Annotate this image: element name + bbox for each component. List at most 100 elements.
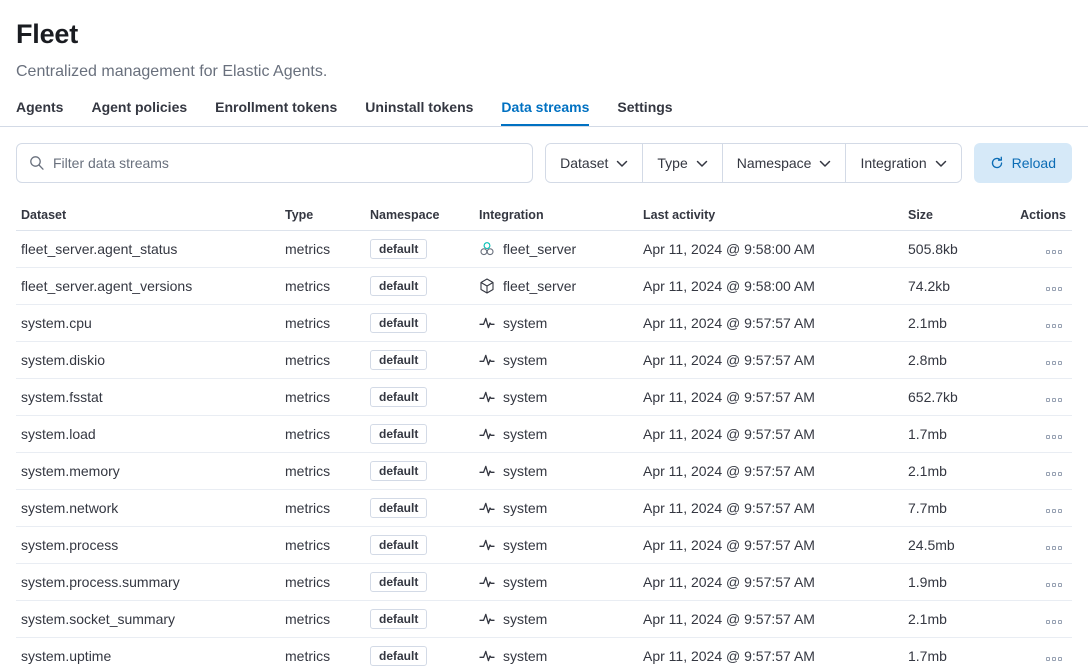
integration-name: system xyxy=(503,352,547,368)
tab-uninstall-tokens[interactable]: Uninstall tokens xyxy=(365,99,473,126)
type-cell: metrics xyxy=(280,648,365,664)
integration-cell: system xyxy=(474,537,638,553)
row-actions-button[interactable] xyxy=(1042,431,1066,443)
integration-name: system xyxy=(503,315,547,331)
boxes-horizontal-icon xyxy=(1046,620,1050,624)
chevron-down-icon xyxy=(935,158,947,169)
filter-integration[interactable]: Integration xyxy=(845,144,960,182)
actions-cell xyxy=(1008,500,1072,517)
size-cell: 505.8kb xyxy=(903,241,1008,257)
actions-cell xyxy=(1008,315,1072,332)
last-activity-cell: Apr 11, 2024 @ 9:57:57 AM xyxy=(638,389,903,405)
row-actions-button[interactable] xyxy=(1042,246,1066,258)
integration-name: system xyxy=(503,500,547,516)
row-actions-button[interactable] xyxy=(1042,579,1066,591)
filter-dataset[interactable]: Dataset xyxy=(546,144,642,182)
row-actions-button[interactable] xyxy=(1042,542,1066,554)
filter-type[interactable]: Type xyxy=(642,144,721,182)
page-subtitle: Centralized management for Elastic Agent… xyxy=(16,62,1072,81)
namespace-badge: default xyxy=(370,276,427,296)
size-cell: 1.7mb xyxy=(903,648,1008,664)
table-row: system.process metrics default system Ap… xyxy=(16,527,1072,564)
row-actions-button[interactable] xyxy=(1042,394,1066,406)
row-actions-button[interactable] xyxy=(1042,320,1066,332)
last-activity-cell: Apr 11, 2024 @ 9:57:57 AM xyxy=(638,463,903,479)
table-row: system.fsstat metrics default system Apr… xyxy=(16,379,1072,416)
table-row: system.uptime metrics default system Apr… xyxy=(16,638,1072,672)
row-actions-button[interactable] xyxy=(1042,283,1066,295)
column-header-size: Size xyxy=(903,208,1008,222)
size-cell: 2.1mb xyxy=(903,611,1008,627)
integration-cell: system xyxy=(474,611,638,627)
last-activity-cell: Apr 11, 2024 @ 9:57:57 AM xyxy=(638,315,903,331)
tab-settings[interactable]: Settings xyxy=(617,99,672,126)
boxes-horizontal-icon xyxy=(1046,509,1050,513)
search-icon xyxy=(29,155,45,171)
boxes-horizontal-icon xyxy=(1046,324,1050,328)
page-title: Fleet xyxy=(16,18,1072,50)
integration-icon xyxy=(479,574,495,590)
last-activity-cell: Apr 11, 2024 @ 9:57:57 AM xyxy=(638,352,903,368)
boxes-horizontal-icon xyxy=(1046,287,1050,291)
table-row: system.memory metrics default system Apr… xyxy=(16,453,1072,490)
actions-cell xyxy=(1008,241,1072,258)
namespace-badge: default xyxy=(370,609,427,629)
row-actions-button[interactable] xyxy=(1042,468,1066,480)
chevron-down-icon xyxy=(819,158,831,169)
filter-type-label: Type xyxy=(657,156,687,170)
data-streams-table: Dataset Type Namespace Integration Last … xyxy=(16,199,1072,672)
dataset-cell: fleet_server.agent_status xyxy=(16,241,280,257)
dataset-cell: system.process xyxy=(16,537,280,553)
actions-cell xyxy=(1008,648,1072,665)
row-actions-button[interactable] xyxy=(1042,357,1066,369)
dataset-cell: system.network xyxy=(16,500,280,516)
table-header: Dataset Type Namespace Integration Last … xyxy=(16,199,1072,231)
row-actions-button[interactable] xyxy=(1042,653,1066,665)
dataset-cell: system.socket_summary xyxy=(16,611,280,627)
integration-name: system xyxy=(503,648,547,664)
namespace-badge: default xyxy=(370,387,427,407)
row-actions-button[interactable] xyxy=(1042,505,1066,517)
size-cell: 74.2kb xyxy=(903,278,1008,294)
namespace-badge: default xyxy=(370,239,427,259)
namespace-badge: default xyxy=(370,313,427,333)
column-header-actions: Actions xyxy=(1008,208,1072,222)
actions-cell xyxy=(1008,352,1072,369)
tab-data-streams[interactable]: Data streams xyxy=(501,99,589,126)
last-activity-cell: Apr 11, 2024 @ 9:57:57 AM xyxy=(638,426,903,442)
last-activity-cell: Apr 11, 2024 @ 9:57:57 AM xyxy=(638,537,903,553)
filter-namespace[interactable]: Namespace xyxy=(722,144,846,182)
table-row: system.socket_summary metrics default sy… xyxy=(16,601,1072,638)
size-cell: 24.5mb xyxy=(903,537,1008,553)
dataset-cell: system.fsstat xyxy=(16,389,280,405)
dataset-cell: system.uptime xyxy=(16,648,280,664)
type-cell: metrics xyxy=(280,574,365,590)
tab-agent-policies[interactable]: Agent policies xyxy=(91,99,187,126)
size-cell: 2.1mb xyxy=(903,315,1008,331)
integration-name: fleet_server xyxy=(503,278,576,294)
namespace-badge: default xyxy=(370,498,427,518)
type-cell: metrics xyxy=(280,537,365,553)
last-activity-cell: Apr 11, 2024 @ 9:57:57 AM xyxy=(638,574,903,590)
row-actions-button[interactable] xyxy=(1042,616,1066,628)
search-input[interactable] xyxy=(53,155,520,171)
type-cell: metrics xyxy=(280,352,365,368)
boxes-horizontal-icon xyxy=(1046,435,1050,439)
namespace-cell: default xyxy=(365,609,474,629)
integration-cell: fleet_server xyxy=(474,241,638,257)
table-row: system.process.summary metrics default s… xyxy=(16,564,1072,601)
tab-agents[interactable]: Agents xyxy=(16,99,63,126)
integration-cell: system xyxy=(474,352,638,368)
reload-button[interactable]: Reload xyxy=(974,143,1072,183)
dataset-cell: system.load xyxy=(16,426,280,442)
filter-namespace-label: Namespace xyxy=(737,156,812,170)
boxes-horizontal-icon xyxy=(1046,546,1050,550)
integration-name: system xyxy=(503,537,547,553)
size-cell: 2.8mb xyxy=(903,352,1008,368)
boxes-horizontal-icon xyxy=(1046,657,1050,661)
tab-enrollment-tokens[interactable]: Enrollment tokens xyxy=(215,99,337,126)
type-cell: metrics xyxy=(280,463,365,479)
integration-icon xyxy=(479,389,495,405)
integration-icon xyxy=(479,278,495,294)
integration-cell: system xyxy=(474,574,638,590)
